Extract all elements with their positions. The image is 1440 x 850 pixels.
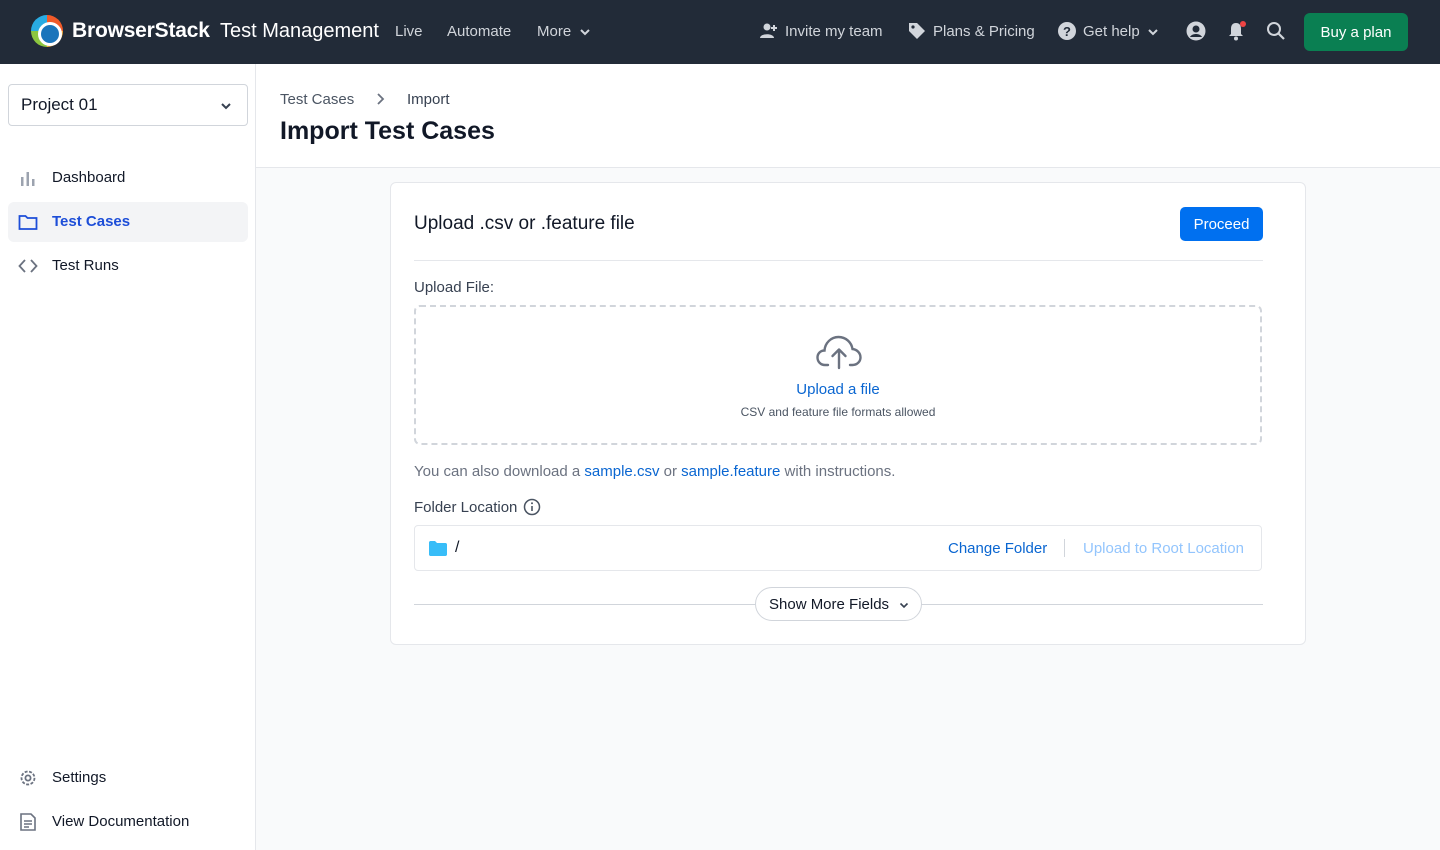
sidebar-item-test-runs[interactable]: Test Runs: [8, 246, 248, 286]
proceed-button[interactable]: Proceed: [1180, 207, 1263, 241]
sidebar: Project 01 Dashboard Test Cases Test Run…: [0, 64, 256, 850]
upload-file-label: Upload File:: [414, 279, 495, 296]
show-more-fields-button[interactable]: Show More Fields: [755, 587, 922, 621]
info-icon[interactable]: [523, 498, 541, 516]
buy-plan-button[interactable]: Buy a plan: [1304, 13, 1408, 51]
folder-path: /: [455, 539, 460, 556]
top-navigation-bar: BrowserStack Test Management Live Automa…: [0, 0, 1440, 64]
folder-location-field: / Change Folder Upload to Root Location: [414, 525, 1262, 571]
divider: [1064, 539, 1065, 557]
sidebar-item-test-cases[interactable]: Test Cases: [8, 202, 248, 242]
browserstack-logo-icon[interactable]: [31, 15, 63, 47]
chevron-right-icon: [377, 93, 385, 105]
sample-or: or: [663, 463, 677, 480]
add-user-icon[interactable]: [759, 21, 779, 41]
product-name[interactable]: Test Management: [220, 20, 379, 43]
sidebar-item-label: Test Cases: [52, 213, 131, 230]
import-card: Upload .csv or .feature file Proceed Upl…: [390, 182, 1306, 645]
change-folder-button[interactable]: Change Folder: [948, 540, 1047, 557]
upload-to-root-button[interactable]: Upload to Root Location: [1083, 540, 1244, 557]
breadcrumb-test-cases[interactable]: Test Cases: [280, 91, 354, 108]
tag-icon[interactable]: [907, 21, 927, 41]
folder-icon: [18, 215, 38, 230]
sample-prefix: You can also download a: [414, 463, 581, 480]
page-header: Test Cases Import Import Test Cases: [256, 64, 1440, 168]
plans-pricing-link[interactable]: Plans & Pricing: [933, 23, 1035, 40]
card-title: Upload .csv or .feature file: [414, 213, 635, 234]
sidebar-item-label: Test Runs: [52, 257, 119, 274]
chevron-down-icon[interactable]: [1147, 26, 1159, 38]
sample-suffix: with instructions.: [784, 463, 896, 480]
sidebar-item-dashboard[interactable]: Dashboard: [8, 158, 248, 198]
file-dropzone[interactable]: Upload a file CSV and feature file forma…: [414, 305, 1262, 445]
nav-live[interactable]: Live: [395, 23, 423, 40]
sidebar-item-documentation[interactable]: View Documentation: [8, 802, 248, 842]
divider: [414, 260, 1263, 261]
folder-icon: [429, 541, 447, 556]
sample-download-text: You can also download a sample.csv or sa…: [414, 463, 895, 480]
page-title: Import Test Cases: [280, 117, 495, 145]
breadcrumb-import: Import: [407, 91, 450, 108]
sidebar-item-settings[interactable]: Settings: [8, 758, 248, 798]
upload-file-link[interactable]: Upload a file: [416, 381, 1260, 398]
document-icon: [20, 813, 36, 831]
nav-automate[interactable]: Automate: [447, 23, 511, 40]
bar-chart-icon: [21, 172, 35, 186]
user-avatar-icon[interactable]: [1186, 21, 1206, 41]
show-more-label: Show More Fields: [769, 596, 890, 613]
sidebar-item-label: Settings: [52, 769, 107, 786]
cloud-upload-icon: [816, 335, 862, 370]
folder-location-label: Folder Location: [414, 499, 518, 516]
chevron-down-icon: [221, 103, 231, 110]
help-icon[interactable]: ?: [1057, 21, 1077, 41]
get-help-link[interactable]: Get help: [1083, 23, 1140, 40]
sample-csv-link[interactable]: sample.csv: [584, 463, 659, 480]
code-icon: [18, 259, 38, 273]
gear-icon: [20, 770, 36, 786]
nav-more[interactable]: More: [537, 23, 571, 40]
search-icon[interactable]: [1266, 21, 1286, 41]
sample-feature-link[interactable]: sample.feature: [681, 463, 780, 480]
sidebar-item-label: View Documentation: [52, 813, 190, 830]
notification-dot: [1240, 21, 1246, 27]
svg-text:?: ?: [1063, 24, 1071, 39]
project-selector[interactable]: Project 01: [8, 84, 248, 126]
project-selector-value: Project 01: [21, 95, 98, 114]
chevron-down-icon: [899, 602, 909, 609]
upload-hint: CSV and feature file formats allowed: [740, 405, 936, 419]
sidebar-item-label: Dashboard: [52, 169, 126, 186]
invite-team-link[interactable]: Invite my team: [785, 23, 883, 40]
chevron-down-icon[interactable]: [579, 26, 591, 38]
brand-name[interactable]: BrowserStack: [72, 19, 210, 43]
